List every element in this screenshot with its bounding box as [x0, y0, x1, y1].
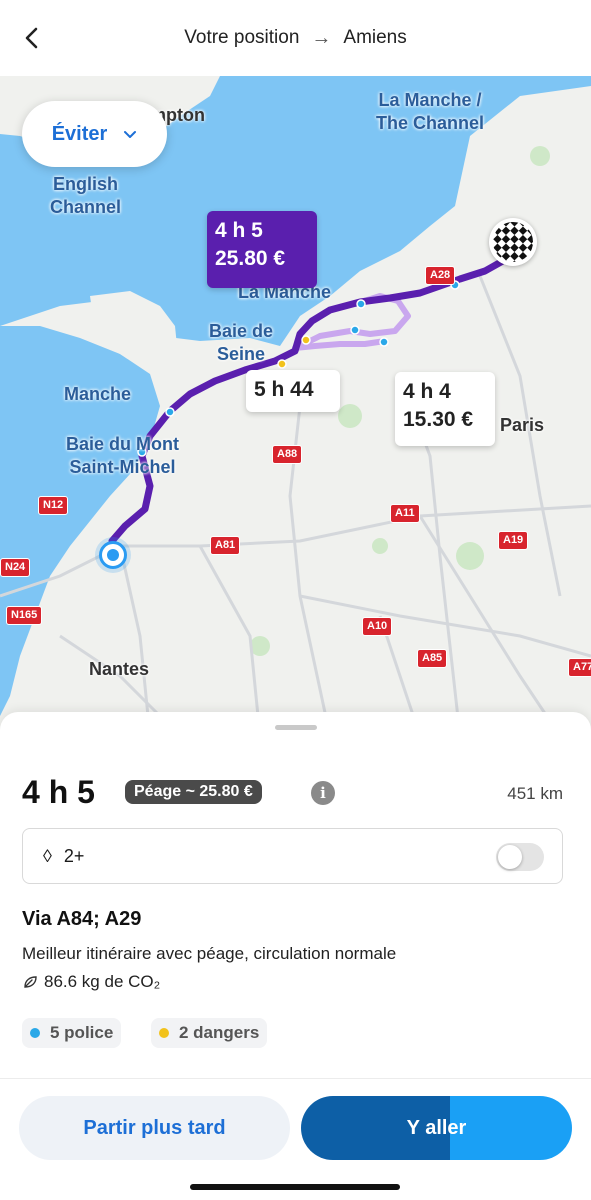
avoid-label: Éviter — [51, 122, 108, 145]
police-dot-icon — [30, 1028, 40, 1038]
road-shield: A81 — [210, 536, 241, 555]
road-shield: A77 — [568, 658, 591, 677]
map-label-english-channel: English Channel — [50, 174, 122, 217]
back-button[interactable] — [14, 20, 50, 56]
chevron-left-icon — [25, 27, 38, 49]
map-label-manche: Manche — [64, 384, 132, 404]
carpool-label: 2+ — [63, 845, 85, 866]
map-label-baie-de-seine: Baie de Seine — [209, 321, 274, 364]
road-shield: A11 — [390, 504, 420, 523]
dangers-chip: 2 dangers — [151, 1018, 268, 1048]
route-price: 25.80 € — [215, 247, 286, 270]
route-time: 4 h 5 — [215, 219, 263, 242]
leaf-icon — [24, 976, 37, 988]
route-duration: 4 h 5 — [22, 774, 95, 810]
divider — [0, 1078, 591, 1079]
avoid-button[interactable]: Éviter — [22, 101, 167, 167]
origin-label: Votre position — [184, 27, 300, 48]
route-bubble-alt-1[interactable]: 5 h 44 — [246, 370, 340, 412]
home-indicator — [190, 1184, 400, 1190]
diamond-icon: ◊ — [43, 845, 52, 866]
danger-dot-icon — [159, 1028, 169, 1038]
top-bar: Votre position → Amiens — [0, 0, 591, 76]
map-label-paris: Paris — [500, 415, 545, 435]
current-position-marker — [99, 541, 127, 569]
co2-row: 86.6 kg de CO₂ — [22, 972, 160, 992]
route-details-sheet: 4 h 5 Péage ~ 25.80 € i 451 km ◊ 2+ Via … — [0, 712, 591, 1200]
map-label-baie-mont-saint-michel: Baie du Mont Saint-Michel — [66, 434, 179, 477]
chevron-down-icon — [124, 131, 137, 138]
sheet-drag-handle[interactable] — [275, 725, 317, 730]
leave-later-button[interactable]: Partir plus tard — [19, 1096, 290, 1160]
carpool-row[interactable]: ◊ 2+ — [22, 828, 563, 884]
route-time: 5 h 44 — [254, 378, 314, 401]
road-shield: A88 — [272, 445, 303, 464]
arrow-right-icon: → — [311, 26, 332, 49]
dangers-count: 2 dangers — [179, 1023, 260, 1042]
route-price: 15.30 € — [403, 408, 474, 431]
road-shield: A19 — [498, 531, 529, 550]
route-description: Meilleur itinéraire avec péage, circulat… — [22, 944, 397, 963]
road-shield: A28 — [425, 266, 456, 285]
road-shield: N12 — [38, 496, 69, 515]
route-bubble-alt-2[interactable]: 4 h 4 15.30 € — [395, 372, 495, 446]
route-via: Via A84; A29 — [22, 908, 142, 930]
map-label-la-manche-the-channel: La Manche / The Channel — [376, 90, 485, 133]
route-distance: 451 km — [507, 784, 563, 803]
police-chip: 5 police — [22, 1018, 122, 1048]
co2-value: 86.6 kg de CO₂ — [44, 972, 161, 991]
toll-badge: Péage ~ 25.80 € — [125, 780, 262, 804]
road-shield: N165 — [6, 606, 43, 625]
checkered-flag-icon[interactable] — [489, 218, 537, 266]
route-title: Votre position → Amiens — [184, 27, 407, 50]
info-icon[interactable]: i — [311, 781, 335, 805]
map-view[interactable]: mpton La Manche / The Channel English Ch… — [0, 76, 591, 736]
route-time: 4 h 4 — [403, 380, 451, 403]
road-shield: A85 — [417, 649, 448, 668]
route-bubble-selected[interactable]: 4 h 5 25.80 € — [207, 211, 317, 288]
map-label-nantes: Nantes — [89, 659, 150, 679]
road-shield: N24 — [0, 558, 31, 577]
police-count: 5 police — [50, 1023, 114, 1042]
carpool-toggle[interactable] — [496, 843, 544, 871]
go-button[interactable]: Y aller — [301, 1096, 572, 1160]
destination-label: Amiens — [343, 27, 407, 48]
road-shield: A10 — [362, 617, 393, 636]
